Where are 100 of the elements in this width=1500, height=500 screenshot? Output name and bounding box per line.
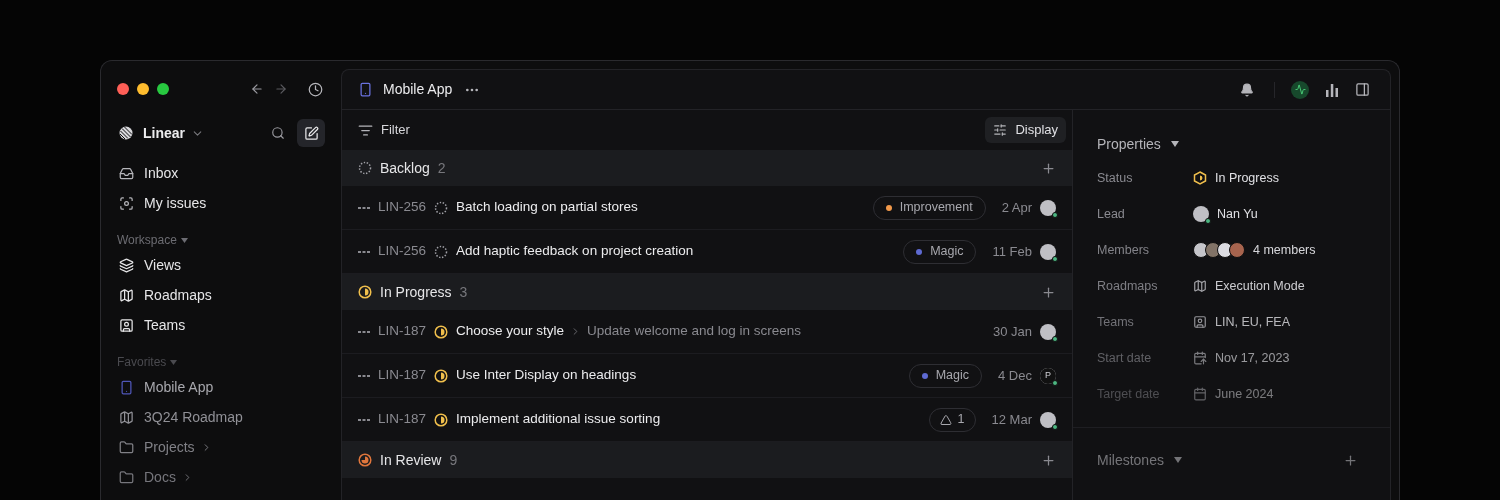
close-window-button[interactable]	[117, 83, 129, 95]
issue-title: Choose your style	[456, 322, 565, 341]
property-value[interactable]: In Progress	[1215, 168, 1279, 188]
backlog-status-icon	[358, 161, 372, 175]
member-avatars	[1193, 242, 1245, 258]
property-value[interactable]: Execution Mode	[1215, 276, 1305, 296]
issue-id: LIN-187	[378, 322, 427, 341]
sidebar-item[interactable]: 3Q24 Roadmap	[117, 402, 325, 432]
in-progress-status-icon	[434, 368, 449, 383]
property-value[interactable]: LIN, EU, FEA	[1215, 312, 1291, 332]
issue-title: Batch loading on partial stores	[456, 198, 638, 217]
map-icon	[119, 287, 134, 303]
map-icon	[119, 409, 134, 425]
property-value[interactable]: Nov 17, 2023	[1215, 348, 1290, 368]
priority-icon	[358, 330, 370, 333]
user-avatar	[1040, 199, 1056, 216]
priority-icon	[358, 418, 370, 421]
issue-row[interactable]: LIN-187 Choose your style Update welcome and log in screens 30 Jan	[342, 310, 1072, 354]
add-icon[interactable]	[1041, 452, 1056, 468]
workspace-name[interactable]: Linear	[143, 122, 185, 144]
properties-heading[interactable]: Properties	[1097, 133, 1161, 155]
in-progress-status-icon	[434, 324, 449, 339]
user-square-icon	[1193, 315, 1207, 329]
phone-icon	[119, 379, 134, 395]
sidebar-item[interactable]: Teams	[117, 310, 325, 340]
issue-id: LIN-256	[378, 198, 427, 217]
property-label: Lead	[1097, 205, 1126, 223]
property-label: Target date	[1097, 385, 1161, 403]
user-square-icon	[119, 317, 134, 333]
group-header[interactable]: In Progress 3	[342, 274, 1072, 310]
issue-id: LIN-187	[378, 410, 427, 429]
zoom-window-button[interactable]	[157, 83, 169, 95]
in-progress-status-icon	[434, 412, 449, 427]
layers-icon	[119, 257, 134, 273]
user-avatar	[1040, 243, 1056, 260]
milestones-heading[interactable]: Milestones	[1097, 449, 1164, 471]
new-issue-button[interactable]	[297, 119, 325, 147]
issue-date: 11 Feb	[992, 242, 1032, 261]
issue-subtitle: Update welcome and log in screens	[587, 322, 801, 341]
minimize-window-button[interactable]	[137, 83, 149, 95]
group-name: In Progress	[380, 282, 452, 302]
caret-down-icon[interactable]	[1173, 457, 1182, 463]
caret-down-icon[interactable]	[1170, 141, 1179, 147]
project-title[interactable]: Mobile App	[383, 79, 453, 100]
issue-id: LIN-256	[378, 242, 427, 261]
property-value[interactable]: June 2024	[1215, 384, 1274, 404]
user-avatar	[1040, 323, 1056, 340]
group-count: 9	[449, 450, 458, 470]
issue-date: 12 Mar	[991, 410, 1032, 429]
issue-row[interactable]: LIN-256 Batch loading on partial stores Improvement 2 Apr	[342, 186, 1072, 230]
phone-icon	[358, 82, 373, 97]
group-header[interactable]: In Review 9	[342, 442, 1072, 478]
issue-date: 2 Apr	[1001, 198, 1032, 217]
property-label: Roadmaps	[1097, 277, 1159, 295]
group-name: Backlog	[380, 158, 430, 178]
sidebar-item[interactable]: My issues	[117, 188, 325, 218]
issue-row[interactable]: LIN-187 Use Inter Display on headings Magic 4 Dec P	[342, 354, 1072, 398]
priority-icon	[358, 250, 370, 253]
property-label: Teams	[1097, 313, 1135, 331]
property-label: Start date	[1097, 349, 1153, 367]
priority-icon	[358, 206, 370, 209]
group-count: 3	[459, 282, 468, 302]
filter-button[interactable]: Filter	[358, 120, 410, 140]
calendar-icon	[1193, 351, 1207, 365]
scan-frame-icon	[119, 195, 134, 211]
activity-icon[interactable]	[1291, 80, 1309, 99]
sliders-icon	[993, 123, 1008, 137]
notification-bell-icon[interactable]	[1240, 82, 1254, 97]
group-count: 2	[437, 158, 446, 178]
display-button[interactable]: Display	[985, 117, 1066, 143]
bar-chart-icon[interactable]	[1325, 82, 1339, 97]
user-avatar: P	[1040, 367, 1056, 384]
add-icon[interactable]	[1343, 452, 1358, 468]
workspace-logo-icon	[119, 126, 133, 140]
user-avatar	[1040, 411, 1056, 428]
add-icon[interactable]	[1041, 160, 1056, 176]
map-icon	[1193, 279, 1207, 293]
sidebar-item[interactable]: Inbox	[117, 158, 325, 188]
side-panel-icon[interactable]	[1355, 82, 1370, 97]
property-label: Status	[1097, 169, 1134, 187]
sidebar-item[interactable]: Views	[117, 250, 325, 280]
issue-date: 4 Dec	[998, 366, 1032, 385]
group-header[interactable]: Backlog 2	[342, 150, 1072, 186]
search-icon[interactable]	[271, 126, 285, 140]
folder-icon	[119, 469, 134, 485]
in-progress-status-icon	[1193, 171, 1207, 185]
backlog-status-icon	[434, 244, 449, 259]
property-value[interactable]: 4 members	[1253, 240, 1316, 260]
issue-title: Add haptic feedback on project creation	[456, 242, 694, 261]
sidebar-item[interactable]: Docs	[117, 462, 325, 492]
add-icon[interactable]	[1041, 284, 1056, 300]
sidebar-item[interactable]: Mobile App	[117, 372, 325, 402]
sidebar-item[interactable]: Roadmaps	[117, 280, 325, 310]
sidebar-item[interactable]: Projects	[117, 432, 325, 462]
property-value[interactable]: Nan Yu	[1217, 204, 1258, 224]
priority-icon	[358, 374, 370, 377]
section-heading[interactable]: Workspace	[117, 231, 177, 249]
clock-icon[interactable]	[308, 81, 323, 97]
triangle-icon	[939, 413, 952, 426]
inbox-icon	[119, 165, 134, 181]
